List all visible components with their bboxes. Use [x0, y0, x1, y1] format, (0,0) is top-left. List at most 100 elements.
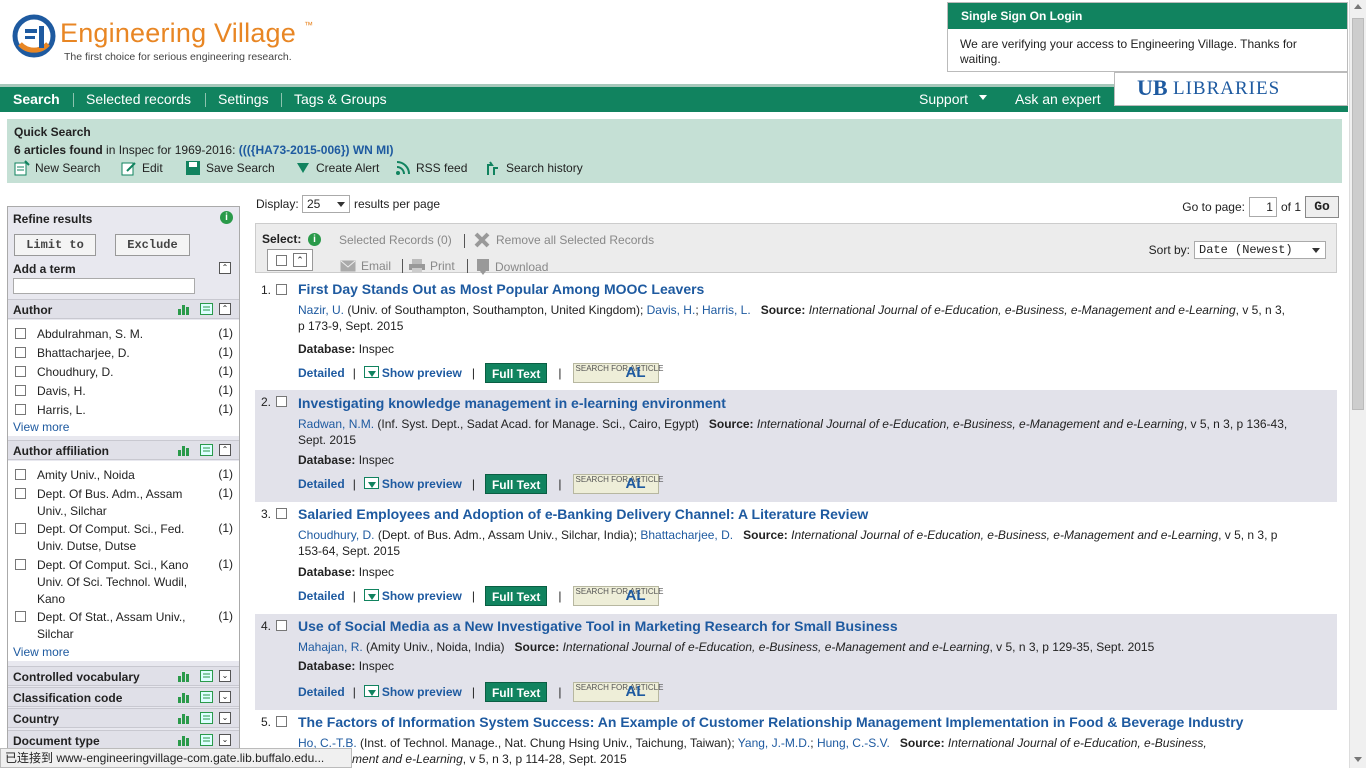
- author-link[interactable]: Choudhury, D.: [298, 528, 374, 542]
- full-text-button[interactable]: Full Text: [484, 474, 548, 494]
- scroll-down-icon[interactable]: [1354, 757, 1362, 762]
- document-type-section[interactable]: Document type ⌄: [8, 730, 239, 750]
- email-button[interactable]: Email: [340, 259, 391, 273]
- download-button[interactable]: Download: [476, 259, 548, 275]
- chevron-down-icon[interactable]: [979, 95, 987, 100]
- author-item[interactable]: Davis, H. (1): [13, 383, 235, 400]
- engineering-village-logo[interactable]: Engineering Village ™ The first choice f…: [10, 12, 330, 72]
- search-for-article-button[interactable]: SEARCH FOR ARTICLE AL: [572, 682, 663, 702]
- query-link[interactable]: ((({HA73-2015-006}) WN MI): [239, 143, 394, 157]
- export-icon[interactable]: [200, 303, 213, 318]
- export-icon[interactable]: [200, 670, 213, 685]
- record-title[interactable]: Use of Social Media as a New Investigati…: [298, 618, 898, 634]
- affiliation-item[interactable]: Dept. Of Comput. Sci., Kano Univ. Of Sci…: [13, 557, 235, 608]
- checkbox[interactable]: [15, 488, 26, 499]
- author-item[interactable]: Choudhury, D. (1): [13, 364, 235, 381]
- author-link[interactable]: Nazir, U.: [298, 303, 344, 317]
- limit-to-button[interactable]: Limit to: [14, 234, 96, 256]
- bar-chart-icon[interactable]: [178, 304, 190, 318]
- detailed-link[interactable]: Detailed: [298, 366, 345, 380]
- checkbox[interactable]: [15, 347, 26, 358]
- record-checkbox[interactable]: [276, 508, 287, 519]
- select-all-control[interactable]: ⌃: [267, 249, 313, 271]
- nav-settings[interactable]: Settings: [218, 91, 269, 107]
- show-preview-link[interactable]: Show preview: [382, 685, 462, 699]
- remove-all-button[interactable]: Remove all Selected Records: [473, 231, 654, 249]
- bar-chart-icon[interactable]: [178, 671, 190, 685]
- save-search-button[interactable]: Save Search: [185, 160, 275, 176]
- view-more-link[interactable]: View more: [13, 645, 69, 659]
- checkbox[interactable]: [15, 328, 26, 339]
- author-link[interactable]: Hung, C.-S.V.: [817, 736, 890, 750]
- full-text-button[interactable]: Full Text: [484, 586, 548, 606]
- export-icon[interactable]: [200, 712, 213, 727]
- sort-select[interactable]: Date (Newest): [1194, 241, 1326, 259]
- edit-button[interactable]: Edit: [121, 160, 163, 176]
- record-title[interactable]: Salaried Employees and Adoption of e-Ban…: [298, 506, 868, 522]
- preview-icon[interactable]: [363, 684, 380, 700]
- collapse-icon[interactable]: ⌃: [219, 444, 231, 456]
- record-title[interactable]: First Day Stands Out as Most Popular Amo…: [298, 281, 704, 297]
- record-title[interactable]: Investigating knowledge management in e-…: [298, 395, 726, 411]
- print-button[interactable]: Print: [409, 259, 455, 273]
- bar-chart-icon[interactable]: [178, 445, 190, 459]
- detailed-link[interactable]: Detailed: [298, 477, 345, 491]
- expand-icon[interactable]: ⌄: [219, 734, 231, 746]
- view-more-link[interactable]: View more: [13, 420, 69, 434]
- preview-icon[interactable]: [363, 588, 380, 604]
- scrollbar-thumb[interactable]: [1352, 18, 1364, 410]
- expand-icon[interactable]: ⌄: [219, 712, 231, 724]
- bar-chart-icon[interactable]: [178, 735, 190, 749]
- author-link[interactable]: Bhattacharjee, D.: [640, 528, 733, 542]
- selected-records-link[interactable]: Selected Records (0): [339, 233, 452, 247]
- page-scrollbar[interactable]: [1349, 0, 1366, 768]
- expand-icon[interactable]: ⌄: [219, 691, 231, 703]
- record-checkbox[interactable]: [276, 396, 287, 407]
- author-link[interactable]: Davis, H.: [647, 303, 696, 317]
- info-icon[interactable]: i: [220, 211, 233, 224]
- record-title[interactable]: The Factors of Information System Succes…: [298, 714, 1243, 730]
- export-icon[interactable]: [200, 734, 213, 749]
- export-icon[interactable]: [200, 691, 213, 706]
- search-for-article-button[interactable]: SEARCH FOR ARTICLE AL: [572, 474, 663, 494]
- checkbox[interactable]: [15, 404, 26, 415]
- show-preview-link[interactable]: Show preview: [382, 366, 462, 380]
- search-for-article-button[interactable]: SEARCH FOR ARTICLE AL: [572, 586, 663, 606]
- record-checkbox[interactable]: [276, 620, 287, 631]
- create-alert-button[interactable]: Create Alert: [295, 160, 379, 176]
- preview-icon[interactable]: [363, 365, 380, 381]
- nav-selected-records[interactable]: Selected records: [86, 91, 191, 107]
- checkbox[interactable]: [15, 523, 26, 534]
- page-input[interactable]: 1: [1248, 197, 1277, 217]
- collapse-icon[interactable]: ⌃: [219, 303, 231, 315]
- exclude-button[interactable]: Exclude: [115, 234, 190, 256]
- author-link[interactable]: Radwan, N.M.: [298, 417, 374, 431]
- rss-feed-button[interactable]: RSS feed: [395, 160, 467, 176]
- chevron-up-icon[interactable]: ⌃: [293, 253, 307, 267]
- checkbox[interactable]: [15, 611, 26, 622]
- checkbox[interactable]: [15, 366, 26, 377]
- new-search-button[interactable]: New Search: [14, 160, 100, 176]
- nav-ask-expert[interactable]: Ask an expert: [1015, 91, 1101, 107]
- author-item[interactable]: Bhattacharjee, D. (1): [13, 345, 235, 362]
- author-link[interactable]: Yang, J.-M.D.: [738, 736, 810, 750]
- scroll-up-icon[interactable]: [1354, 4, 1362, 9]
- record-checkbox[interactable]: [276, 716, 287, 727]
- affiliation-item[interactable]: Dept. Of Bus. Adm., Assam Univ., Silchar…: [13, 486, 235, 520]
- full-text-button[interactable]: Full Text: [484, 682, 548, 702]
- affiliation-item[interactable]: Dept. Of Stat., Assam Univ., Silchar (1): [13, 609, 235, 643]
- ub-libraries-logo[interactable]: UB Libraries: [1114, 72, 1348, 106]
- show-preview-link[interactable]: Show preview: [382, 589, 462, 603]
- detailed-link[interactable]: Detailed: [298, 685, 345, 699]
- info-icon[interactable]: i: [308, 233, 321, 246]
- affiliation-item[interactable]: Dept. Of Comput. Sci., Fed. Univ. Dutse,…: [13, 521, 235, 555]
- select-all-checkbox[interactable]: [276, 255, 287, 266]
- author-item[interactable]: Harris, L. (1): [13, 402, 235, 419]
- bar-chart-icon[interactable]: [178, 692, 190, 706]
- preview-icon[interactable]: [363, 476, 380, 492]
- search-history-button[interactable]: Search history: [485, 160, 583, 176]
- nav-tags-groups[interactable]: Tags & Groups: [294, 91, 387, 107]
- author-link[interactable]: Mahajan, R.: [298, 640, 363, 654]
- affiliation-item[interactable]: Amity Univ., Noida (1): [13, 467, 235, 484]
- checkbox[interactable]: [15, 559, 26, 570]
